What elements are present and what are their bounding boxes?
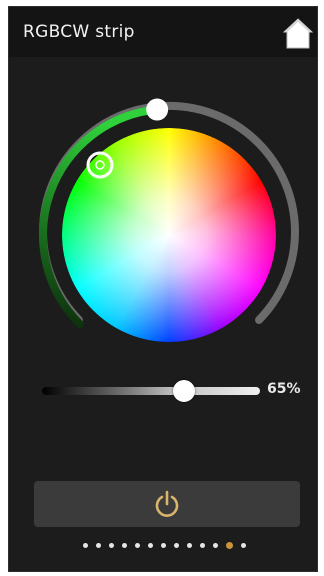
title-bar: RGBCW strip <box>9 7 317 57</box>
device-title: RGBCW strip <box>23 22 135 42</box>
brightness-value: 65% <box>267 381 301 397</box>
brightness-slider[interactable] <box>42 379 260 403</box>
color-wheel-svg <box>39 98 299 342</box>
brightness-ring-handle[interactable] <box>146 98 169 121</box>
page-dot[interactable] <box>147 542 153 548</box>
page-dot[interactable] <box>225 541 233 549</box>
app-screen: RGBCW strip 65% <box>8 6 318 572</box>
page-dot[interactable] <box>186 542 192 548</box>
page-dot[interactable] <box>212 542 218 548</box>
page-dot[interactable] <box>160 542 166 548</box>
hue-wheel[interactable] <box>62 128 276 342</box>
brightness-slider-track <box>42 387 260 395</box>
page-dot[interactable] <box>199 542 205 548</box>
power-icon <box>155 490 179 517</box>
color-wheel-area <box>9 67 319 367</box>
home-icon[interactable] <box>283 17 313 49</box>
page-dot[interactable] <box>173 542 179 548</box>
page-dot[interactable] <box>240 542 246 548</box>
page-dot[interactable] <box>82 542 88 548</box>
page-dot[interactable] <box>121 542 127 548</box>
power-button[interactable] <box>34 481 300 527</box>
page-dot[interactable] <box>134 542 140 548</box>
page-indicator <box>9 539 319 551</box>
page-dot[interactable] <box>108 542 114 548</box>
page-dot[interactable] <box>95 542 101 548</box>
brightness-slider-handle[interactable] <box>172 380 195 402</box>
